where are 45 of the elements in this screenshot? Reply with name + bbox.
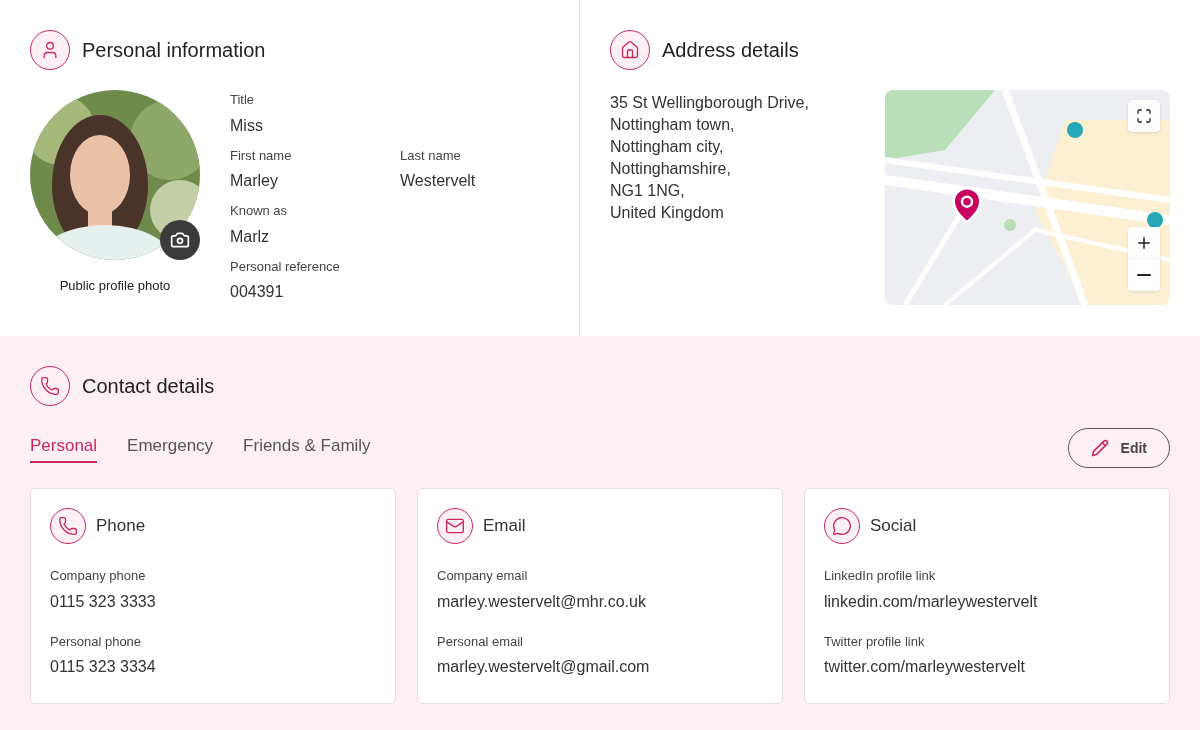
field-value: Miss — [230, 115, 264, 136]
house-icon — [610, 30, 650, 70]
field-label: Known as — [230, 202, 289, 220]
fullscreen-button[interactable] — [1128, 100, 1160, 132]
field-value: Marley — [230, 171, 279, 191]
field-value: 004391 — [230, 282, 285, 302]
field-label: Title — [230, 91, 256, 109]
card-title: Email — [483, 515, 526, 538]
section-title: Address details — [662, 38, 799, 63]
chat-bubble-icon — [824, 508, 860, 544]
minus-icon — [1137, 274, 1151, 276]
person-icon — [30, 30, 70, 70]
pencil-icon — [1090, 439, 1109, 457]
field-value: Westervelt — [400, 171, 477, 191]
field-value: 0115 323 3334 — [50, 657, 157, 677]
fullscreen-icon — [1136, 108, 1152, 124]
card-title: Phone — [96, 515, 146, 538]
tab[interactable]: Emergency — [127, 433, 214, 463]
field-label: Personal email — [437, 632, 524, 651]
field-value: marley.westervelt@gmail.com — [437, 657, 651, 677]
field-value: marley.westervelt@mhr.co.uk — [437, 591, 647, 612]
tab[interactable]: Personal — [30, 433, 98, 463]
field-value: linkedin.com/marleywestervelt — [824, 591, 1039, 612]
field-value: 0115 323 3333 — [50, 591, 157, 612]
field-label: Company email — [437, 567, 529, 585]
tab[interactable]: Friends & Family — [243, 433, 371, 463]
field-label: Twitter profile link — [824, 632, 926, 651]
section-title: Personal information — [82, 38, 266, 63]
camera-icon — [170, 230, 190, 250]
field-label: Last name — [400, 146, 462, 165]
camera-button[interactable] — [160, 220, 200, 260]
envelope-icon — [437, 508, 473, 544]
field-label: First name — [230, 146, 293, 165]
section-title: Contact details — [82, 374, 215, 399]
field-value: Marlz — [230, 226, 271, 247]
field-label: LinkedIn profile link — [824, 567, 937, 585]
photo-caption: Public profile photo — [59, 277, 171, 295]
phone-icon — [30, 366, 70, 406]
field-label: Company phone — [50, 567, 147, 585]
card-title: Social — [870, 515, 917, 538]
address-text: 35 St Wellingborough Drive, Nottingham town, Nottingham city, Nottinghamshire, NG1 1NG, United Kingdom — [610, 93, 809, 223]
phone-icon — [50, 508, 86, 544]
field-label: Personal phone — [50, 632, 143, 651]
field-value: twitter.com/marleywestervelt — [824, 657, 1026, 677]
field-label: Personal reference — [230, 257, 341, 276]
